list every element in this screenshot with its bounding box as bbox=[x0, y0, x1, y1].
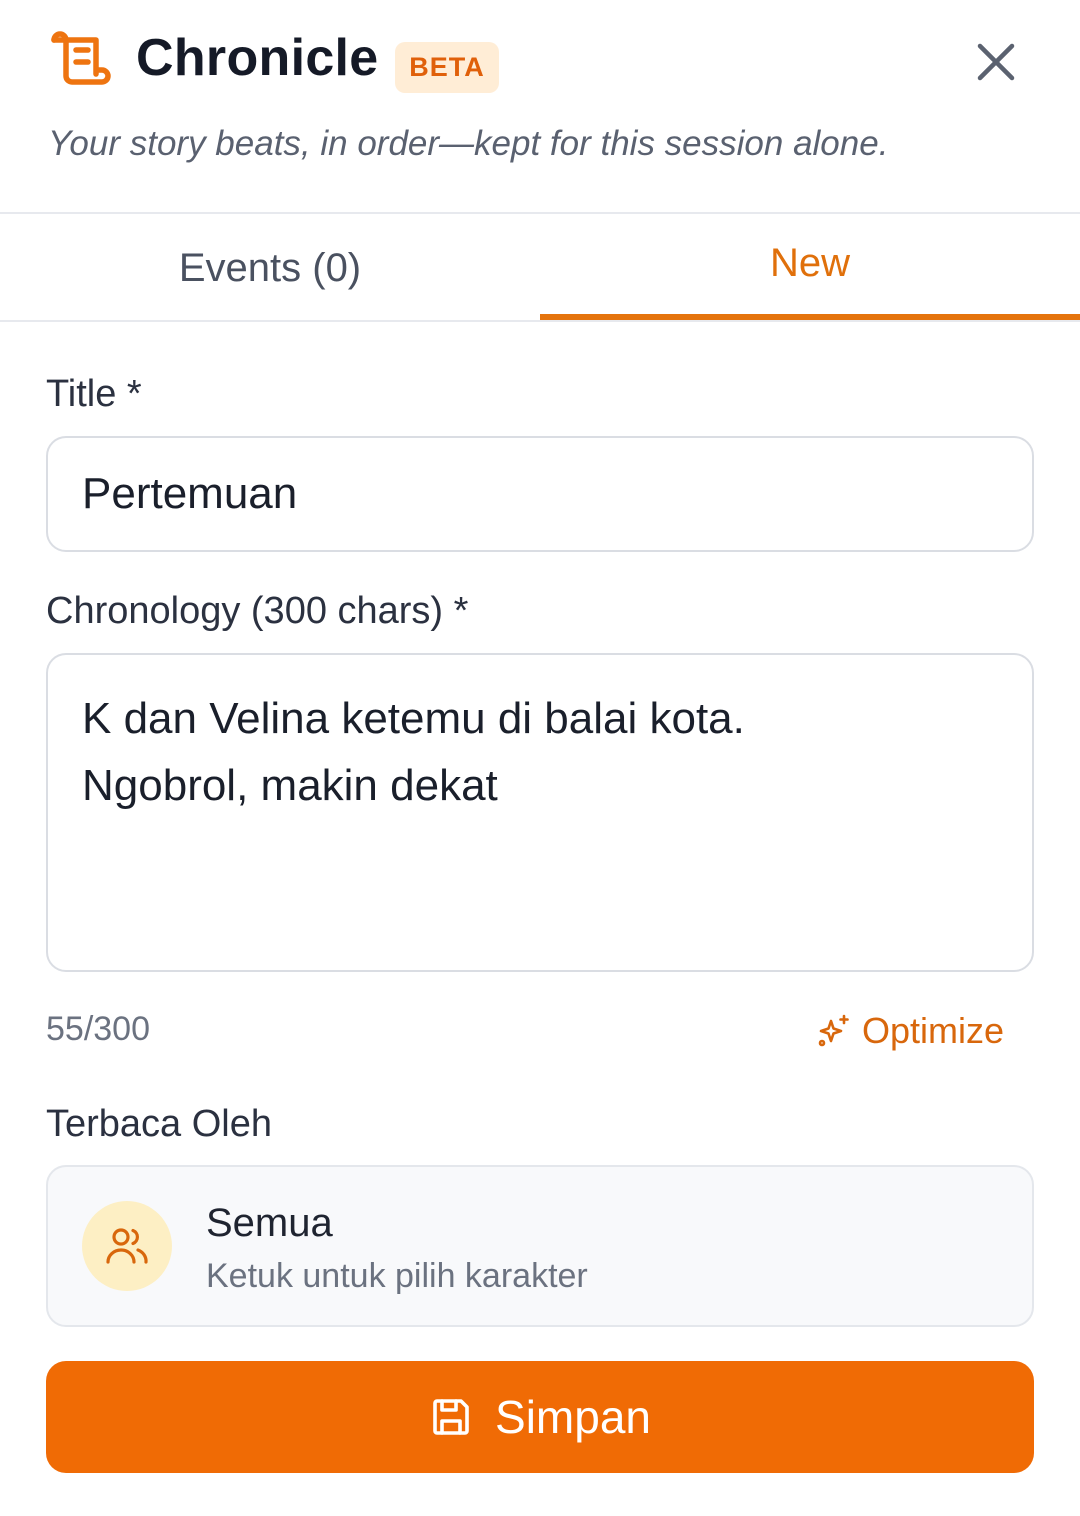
reader-selector[interactable]: Semua Ketuk untuk pilih karakter bbox=[46, 1165, 1034, 1327]
char-count: 55/300 bbox=[46, 1010, 150, 1048]
app-title: Chronicle bbox=[136, 29, 379, 87]
save-icon bbox=[433, 1399, 469, 1435]
active-tab-indicator bbox=[540, 314, 1080, 320]
subtitle: Your story beats, in order—kept for this… bbox=[48, 124, 889, 163]
save-label: Simpan bbox=[495, 1391, 651, 1443]
beta-badge: BETA bbox=[395, 42, 499, 93]
chronology-input[interactable]: K dan Velina ketemu di balai kota. Ngobr… bbox=[46, 653, 1034, 972]
chronology-label: Chronology (300 chars) * bbox=[46, 590, 469, 632]
tab-new[interactable]: New bbox=[540, 214, 1080, 322]
tab-events[interactable]: Events (0) bbox=[0, 214, 540, 322]
tab-bar: Events (0) New bbox=[0, 214, 1080, 322]
scroll-icon bbox=[51, 31, 111, 85]
title-label: Title * bbox=[46, 373, 142, 415]
close-icon[interactable] bbox=[970, 36, 1022, 88]
save-button[interactable]: Simpan bbox=[46, 1361, 1034, 1473]
header: Chronicle BETA Your story beats, in orde… bbox=[0, 0, 1080, 214]
reader-name: Semua bbox=[206, 1201, 333, 1245]
optimize-button[interactable]: Optimize bbox=[816, 1008, 1004, 1054]
optimize-label: Optimize bbox=[862, 1010, 1005, 1051]
reader-hint: Ketuk untuk pilih karakter bbox=[206, 1257, 588, 1295]
title-input[interactable] bbox=[46, 436, 1034, 552]
sparkles-icon bbox=[818, 1014, 849, 1047]
reader-avatar bbox=[82, 1201, 172, 1291]
reader-label: Terbaca Oleh bbox=[46, 1103, 273, 1145]
users-icon bbox=[106, 1228, 148, 1264]
